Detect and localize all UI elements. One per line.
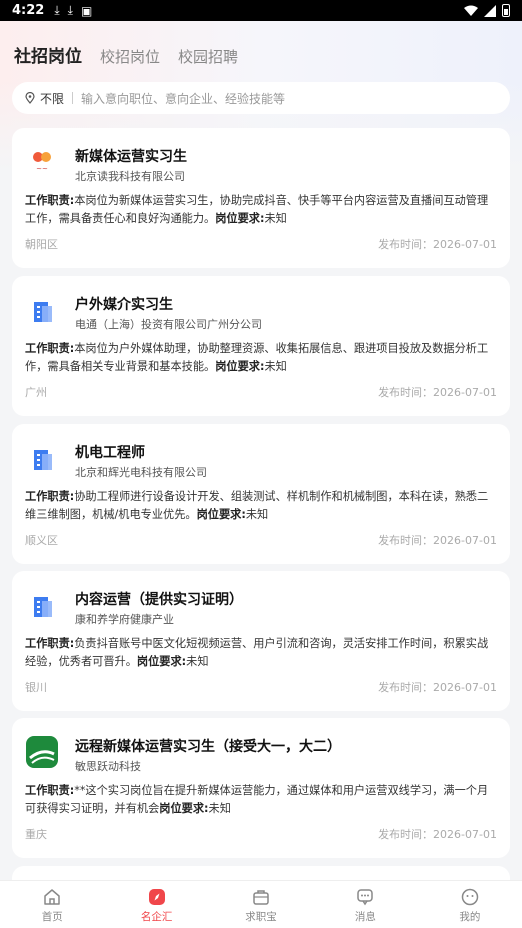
- job-location: 重庆: [25, 828, 47, 841]
- building-icon: [34, 450, 52, 470]
- duty-label: 工作职责:: [25, 490, 75, 503]
- job-description: 工作职责:本岗位为新媒体运营实习生，协助完成抖音、快手等平台内容运营及直播间互动…: [25, 192, 497, 228]
- download-icon: ⤓: [54, 3, 60, 17]
- publish-date: 发布时间：2026-07-01: [378, 238, 497, 251]
- job-description: 工作职责:**这个实习岗位旨在提升新媒体运营能力，通过媒体和用户运营双线学习，满…: [25, 782, 497, 818]
- nav-home-label: 首页: [41, 911, 63, 923]
- requirement-text: 未知: [264, 360, 287, 373]
- company-name: 北京读我科技有限公司: [75, 170, 185, 183]
- job-card[interactable]: 户外媒介实习生 电通（上海）投资有限公司广州分公司 工作职责:本岗位为户外媒体助…: [12, 276, 510, 416]
- tab-bar: 社招岗位 校招岗位 校园招聘: [14, 42, 256, 67]
- duty-text: 负责抖音账号中医文化短视频运营、用户引流和咨询，灵活安排工作时间，积累实战经验，…: [25, 637, 489, 668]
- job-description: 工作职责:负责抖音账号中医文化短视频运营、用户引流和咨询，灵活安排工作时间，积累…: [25, 635, 497, 671]
- compass-icon: [148, 889, 165, 905]
- divider: [72, 92, 74, 104]
- app-notification-icon: ▣: [80, 3, 93, 18]
- requirement-label: 岗位要求:: [159, 802, 209, 815]
- job-card[interactable]: 内容运营（提供实习证明） 康和养学府健康产业 工作职责:负责抖音账号中医文化短视…: [12, 571, 510, 711]
- requirement-label: 岗位要求:: [215, 212, 265, 225]
- wifi-icon: [464, 5, 478, 16]
- job-description: 工作职责:协助工程师进行设备设计开发、组装测试、样机制作和机械制图，本科在读，熟…: [25, 488, 497, 524]
- duty-text: **这个实习岗位旨在提升新媒体运营能力，通过媒体和用户运营双线学习，满一个月可获…: [25, 784, 489, 815]
- publish-date: 发布时间：2026-07-01: [378, 534, 497, 547]
- job-title: 内容运营（提供实习证明）: [75, 592, 243, 608]
- status-time: 4:22: [12, 3, 45, 18]
- building-icon: [34, 597, 52, 617]
- job-card[interactable]: ~~ 新媒体运营实习生 北京读我科技有限公司 工作职责:本岗位为新媒体运营实习生…: [12, 128, 510, 268]
- publish-date: 发布时间：2026-07-01: [378, 681, 497, 694]
- tab-campus-recruit[interactable]: 校园招聘: [178, 46, 238, 67]
- svg-text:~~: ~~: [36, 165, 48, 173]
- briefcase-icon: [253, 890, 269, 905]
- signal-icon: [484, 4, 496, 17]
- requirement-text: 未知: [208, 802, 231, 815]
- requirement-label: 岗位要求:: [196, 508, 246, 521]
- publish-date: 发布时间：2026-07-01: [378, 828, 497, 841]
- job-card[interactable]: 远程新媒体运营实习生（接受大一，大二） 敏思跃动科技 工作职责:**这个实习岗位…: [12, 718, 510, 858]
- status-bar: 4:22 ⤓ ⤓ ▣: [0, 0, 522, 21]
- download-icon: ⤓: [67, 3, 73, 17]
- nav-home[interactable]: 首页: [0, 881, 104, 928]
- requirement-label: 岗位要求:: [215, 360, 265, 373]
- profile-icon: [461, 888, 479, 906]
- job-location: 顺义区: [25, 534, 58, 547]
- duty-label: 工作职责:: [25, 784, 75, 797]
- bottom-navigation: 首页 名企汇 求职宝 消息 我的: [0, 880, 522, 928]
- building-icon: [34, 302, 52, 322]
- job-location: 银川: [25, 681, 47, 694]
- nav-messages-label: 消息: [354, 911, 376, 923]
- company-name: 康和养学府健康产业: [75, 613, 174, 626]
- company-name: 北京和辉光电科技有限公司: [75, 466, 207, 479]
- nav-profile-label: 我的: [459, 911, 481, 923]
- company-name: 敏思跃动科技: [75, 760, 141, 773]
- job-description: 工作职责:本岗位为户外媒体助理，协助整理资源、收集拓展信息、跟进项目投放及数据分…: [25, 340, 497, 376]
- nav-job-treasure[interactable]: 求职宝: [209, 881, 313, 928]
- tab-campus-jobs[interactable]: 校招岗位: [100, 46, 160, 67]
- duty-label: 工作职责:: [25, 342, 75, 355]
- requirement-text: 未知: [264, 212, 287, 225]
- tab-social-jobs[interactable]: 社招岗位: [14, 42, 82, 67]
- job-location: 广州: [25, 386, 47, 399]
- duty-label: 工作职责:: [25, 637, 75, 650]
- duty-label: 工作职责:: [25, 194, 75, 207]
- nav-famous-companies[interactable]: 名企汇: [104, 881, 208, 928]
- message-icon: [357, 889, 374, 906]
- location-pin-icon[interactable]: [24, 92, 36, 104]
- job-title: 远程新媒体运营实习生（接受大一，大二）: [75, 739, 341, 755]
- search-bar[interactable]: 不限 输入意向职位、意向企业、经验技能等: [12, 82, 510, 114]
- location-filter[interactable]: 不限: [40, 90, 64, 107]
- battery-icon: [502, 4, 510, 17]
- job-card[interactable]: 机电工程师 北京和辉光电科技有限公司 工作职责:协助工程师进行设备设计开发、组装…: [12, 424, 510, 564]
- green-road-logo-icon: [26, 736, 58, 768]
- job-title: 户外媒介实习生: [75, 297, 173, 313]
- nav-messages[interactable]: 消息: [313, 881, 417, 928]
- publish-date: 发布时间：2026-07-01: [378, 386, 497, 399]
- company-name: 电通（上海）投资有限公司广州分公司: [75, 318, 262, 331]
- search-input[interactable]: 输入意向职位、意向企业、经验技能等: [81, 90, 285, 107]
- nav-profile[interactable]: 我的: [418, 881, 522, 928]
- nav-famous-companies-label: 名企汇: [140, 911, 173, 923]
- job-title: 机电工程师: [75, 445, 145, 461]
- requirement-text: 未知: [186, 655, 209, 668]
- requirement-text: 未知: [245, 508, 269, 521]
- requirement-label: 岗位要求:: [136, 655, 187, 668]
- job-title: 新媒体运营实习生: [75, 149, 187, 165]
- duwo-logo-icon: ~~: [33, 152, 51, 173]
- job-location: 朝阳区: [25, 238, 58, 251]
- home-icon: [44, 889, 60, 905]
- nav-job-treasure-label: 求职宝: [245, 911, 277, 923]
